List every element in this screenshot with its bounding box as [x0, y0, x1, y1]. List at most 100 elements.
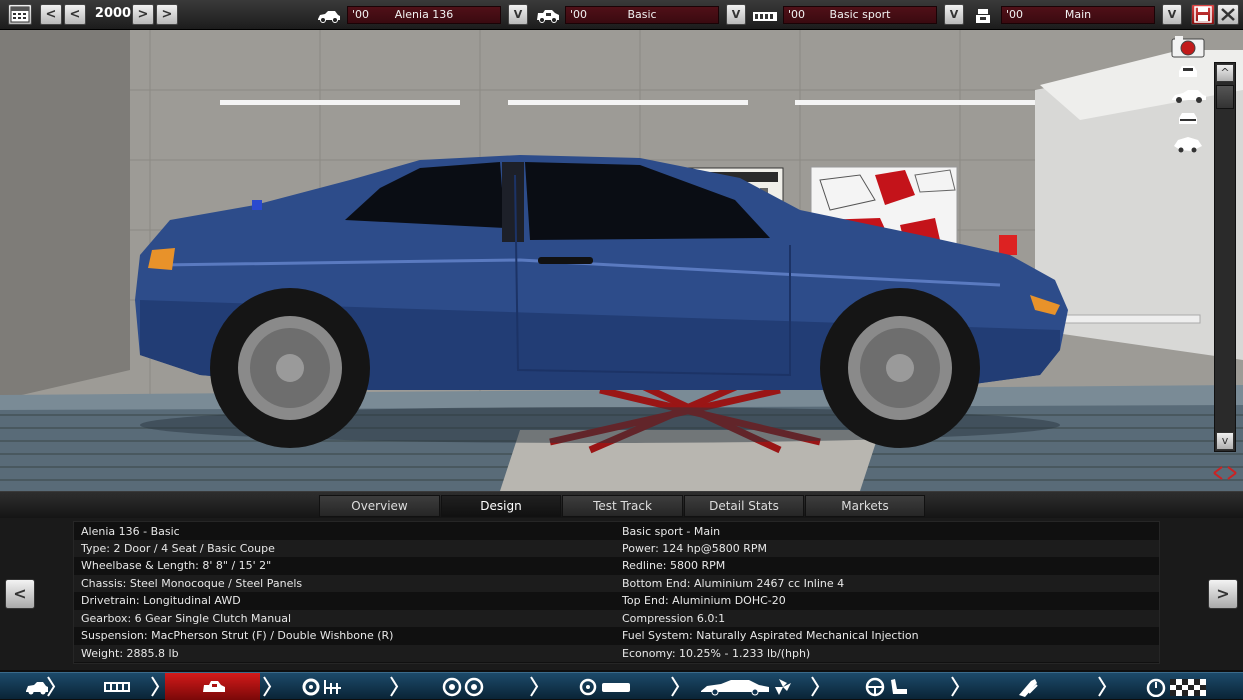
- car-side-view-icon: [1172, 90, 1206, 103]
- steering-seat-icon: [865, 677, 907, 697]
- year-next-button[interactable]: >: [132, 4, 154, 25]
- specs-table: Alenia 136 - Basic Type: 2 Door / 4 Seat…: [73, 521, 1160, 664]
- nav-step-model[interactable]: [0, 673, 50, 700]
- specs-panel: < > Alenia 136 - Basic Type: 2 Door / 4 …: [0, 518, 1243, 670]
- tab-test-track[interactable]: Test Track: [562, 495, 683, 517]
- car-trim-icon: [203, 681, 225, 692]
- spec-economy: Economy: 10.25% - 1.233 lb/(hph): [622, 647, 811, 660]
- car-model-dropdown-button[interactable]: V: [508, 4, 528, 25]
- car-trim-selector[interactable]: '00 Basic: [565, 6, 719, 24]
- engine-selector[interactable]: '00 Basic sport: [783, 6, 937, 24]
- view-iso-button[interactable]: [1172, 134, 1204, 154]
- row-stripe: [74, 645, 1159, 662]
- car-iso-view-icon: [1174, 137, 1202, 153]
- nav-step-interior[interactable]: [823, 673, 948, 700]
- stopwatch-flag-icon: [1146, 678, 1206, 697]
- info-tab-bar: Overview Design Test Track Detail Stats …: [0, 491, 1243, 518]
- close-icon: [1221, 8, 1235, 21]
- save-icon: [1194, 6, 1212, 23]
- nav-step-body[interactable]: [683, 673, 808, 700]
- car-model-name: Alenia 136: [394, 8, 454, 21]
- car-model-icon: [318, 11, 340, 23]
- tab-detail-stats[interactable]: Detail Stats: [684, 495, 804, 517]
- brakes-icon: [579, 678, 630, 696]
- view-front-button[interactable]: [1176, 63, 1200, 81]
- next-page-button[interactable]: >: [1208, 579, 1238, 609]
- chevron-right-icon: [47, 676, 56, 697]
- top-toolbar: < < 2000 > > '00 Alenia 136 V '00 Basic …: [0, 0, 1243, 30]
- scroll-up-button[interactable]: ^: [1216, 64, 1234, 82]
- car-body-aero-icon: [701, 679, 791, 696]
- car-model-selector[interactable]: '00 Alenia 136: [347, 6, 501, 24]
- car-trim-name: Basic: [627, 8, 657, 21]
- nav-step-suspension[interactable]: [402, 673, 527, 700]
- drivetrain-icon: [302, 678, 341, 696]
- year-prev-button[interactable]: <: [64, 4, 86, 25]
- calendar-button[interactable]: [8, 4, 32, 25]
- chevron-right-icon: [811, 676, 820, 697]
- spec-bottom-end: Bottom End: Aluminium 2467 cc Inline 4: [622, 577, 845, 590]
- year-prev-fast-button[interactable]: <: [40, 4, 62, 25]
- spec-engine-name: Basic sport - Main: [622, 525, 721, 538]
- engine-icon: [753, 12, 777, 21]
- car-front-view-icon: [1179, 66, 1197, 77]
- spec-weight: Weight: 2885.8 lb: [81, 647, 179, 660]
- spec-fuel-system: Fuel System: Naturally Aspirated Mechani…: [622, 629, 919, 642]
- view-rear-button[interactable]: [1176, 110, 1200, 128]
- car-trim-icon: [537, 10, 559, 23]
- wheels-icon: [442, 677, 484, 697]
- chevron-right-icon: [1098, 676, 1107, 697]
- chevron-right-icon: [151, 676, 160, 697]
- nav-step-chassis[interactable]: [58, 673, 153, 700]
- spec-car-name: Alenia 136 - Basic: [81, 525, 180, 538]
- spec-power: Power: 124 hp@5800 RPM: [622, 542, 767, 555]
- tab-markets[interactable]: Markets: [805, 495, 925, 517]
- view-scrollbar[interactable]: ^ v: [1214, 62, 1236, 452]
- nav-step-drivetrain[interactable]: [275, 673, 387, 700]
- car-trim-dropdown-button[interactable]: V: [726, 4, 746, 25]
- tuning-tools-icon: [1019, 679, 1038, 697]
- screenshot-camera-button[interactable]: [1170, 35, 1208, 59]
- view-side-button[interactable]: [1170, 87, 1208, 105]
- scroll-down-button[interactable]: v: [1216, 432, 1234, 450]
- spec-chassis: Chassis: Steel Monocoque / Steel Panels: [81, 577, 303, 590]
- car-rear-view-icon: [1179, 113, 1197, 124]
- calendar-icon: [10, 6, 30, 23]
- tab-design[interactable]: Design: [441, 495, 561, 517]
- nav-step-fixtures[interactable]: [963, 673, 1093, 700]
- chevron-right-icon: [951, 676, 960, 697]
- engine-variant-icon: [976, 9, 990, 23]
- engine-variant-selector[interactable]: '00 Main: [1001, 6, 1155, 24]
- spec-gearbox: Gearbox: 6 Gear Single Clutch Manual: [81, 612, 292, 625]
- close-button[interactable]: [1217, 4, 1239, 25]
- year-next-fast-button[interactable]: >: [156, 4, 178, 25]
- engine-dropdown-button[interactable]: V: [944, 4, 964, 25]
- prev-page-button[interactable]: <: [5, 579, 35, 609]
- nav-step-testing[interactable]: [1110, 673, 1243, 700]
- fullscreen-toggle-button[interactable]: [1210, 462, 1240, 484]
- spec-redline: Redline: 5800 RPM: [622, 559, 726, 572]
- chevron-right-icon: [390, 676, 399, 697]
- year-display: 2000: [94, 6, 132, 21]
- nav-step-trim[interactable]: [165, 673, 260, 700]
- save-button[interactable]: [1191, 4, 1215, 25]
- scroll-thumb[interactable]: [1216, 85, 1234, 109]
- engine-variant-dropdown-button[interactable]: V: [1162, 4, 1182, 25]
- camera-icon: [1171, 36, 1205, 58]
- chevron-right-icon: [671, 676, 680, 697]
- nav-step-brakes[interactable]: [542, 673, 667, 700]
- spec-wheelbase: Wheelbase & Length: 8' 8" / 15' 2": [81, 559, 272, 572]
- spec-suspension: Suspension: MacPherson Strut (F) / Doubl…: [81, 629, 394, 642]
- garage-scene: [0, 30, 1243, 491]
- engine-variant-name: Main: [1064, 8, 1092, 21]
- spec-top-end: Top End: Aluminium DOHC-20: [622, 594, 786, 607]
- spec-drivetrain: Drivetrain: Longitudinal AWD: [81, 594, 241, 607]
- tab-overview[interactable]: Overview: [319, 495, 440, 517]
- car-viewport[interactable]: [0, 30, 1243, 491]
- chevron-right-icon: [263, 676, 272, 697]
- chassis-icon: [104, 682, 130, 692]
- engine-name: Basic sport: [829, 8, 891, 21]
- designer-step-nav: [0, 672, 1243, 700]
- spec-type: Type: 2 Door / 4 Seat / Basic Coupe: [81, 542, 275, 555]
- spec-compression: Compression 6.0:1: [622, 612, 726, 625]
